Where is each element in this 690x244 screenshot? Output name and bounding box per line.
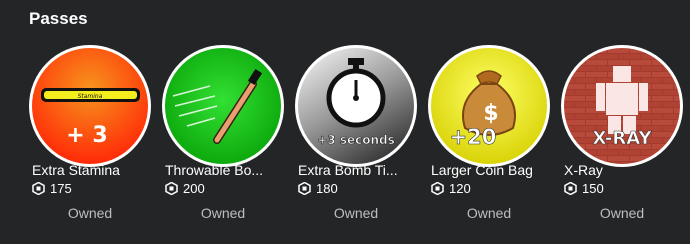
owned-status: Owned (466, 205, 512, 221)
robux-icon (431, 181, 444, 195)
pass-name: Extra Stamina (32, 162, 120, 178)
owned-status: Owned (599, 205, 645, 221)
price-row: 180 (298, 180, 338, 196)
owned-status: Owned (200, 205, 246, 221)
thumb-text: +3 seconds (317, 133, 395, 147)
price-row: 175 (32, 180, 72, 196)
robux-icon (165, 181, 178, 195)
pass-card-x-ray[interactable]: X-RAY X-Ray 150 Owned (561, 45, 683, 244)
price-row: 120 (431, 180, 471, 196)
pass-price: 180 (316, 180, 338, 196)
xray-brick-icon: X-RAY (564, 48, 680, 164)
svg-text:$: $ (483, 101, 498, 126)
money-bag-icon: $ +20 (431, 48, 547, 164)
stamina-bar-icon: Stamina + 3 (32, 48, 148, 164)
pass-card-extra-bomb-time[interactable]: +3 seconds Extra Bomb Ti... 180 Owned (295, 45, 417, 244)
robux-icon (298, 181, 311, 195)
pass-card-larger-coin-bag[interactable]: $ +20 Larger Coin Bag 120 Owned (428, 45, 550, 244)
pass-name: Larger Coin Bag (431, 162, 533, 178)
pass-name: X-Ray (564, 162, 603, 178)
pass-thumbnail[interactable] (162, 45, 284, 167)
owned-status: Owned (67, 205, 113, 221)
pass-thumbnail[interactable]: Stamina + 3 (29, 45, 151, 167)
pass-price: 200 (183, 180, 205, 196)
pass-name: Throwable Bo... (165, 162, 264, 178)
stopwatch-icon: +3 seconds (298, 48, 414, 164)
robux-icon (564, 181, 577, 195)
thumb-text: X-RAY (593, 128, 653, 149)
pass-thumbnail[interactable]: +3 seconds (295, 45, 417, 167)
thumb-text: + 3 (66, 123, 107, 148)
pass-price: 120 (449, 180, 471, 196)
owned-status: Owned (333, 205, 379, 221)
thumb-text: +20 (450, 125, 497, 149)
pass-card-throwable[interactable]: Throwable Bo... 200 Owned (162, 45, 284, 244)
throwing-stick-icon (165, 48, 281, 164)
stamina-bar-label: Stamina (78, 93, 103, 100)
robux-icon (32, 181, 45, 195)
price-row: 200 (165, 180, 205, 196)
price-row: 150 (564, 180, 604, 196)
section-title: Passes (29, 9, 88, 28)
pass-name: Extra Bomb Ti... (298, 162, 398, 178)
pass-thumbnail[interactable]: $ +20 (428, 45, 550, 167)
pass-thumbnail[interactable]: X-RAY (561, 45, 683, 167)
pass-price: 175 (50, 180, 72, 196)
pass-card-extra-stamina[interactable]: Stamina + 3 Extra Stamina 175 Owned (29, 45, 151, 244)
pass-price: 150 (582, 180, 604, 196)
